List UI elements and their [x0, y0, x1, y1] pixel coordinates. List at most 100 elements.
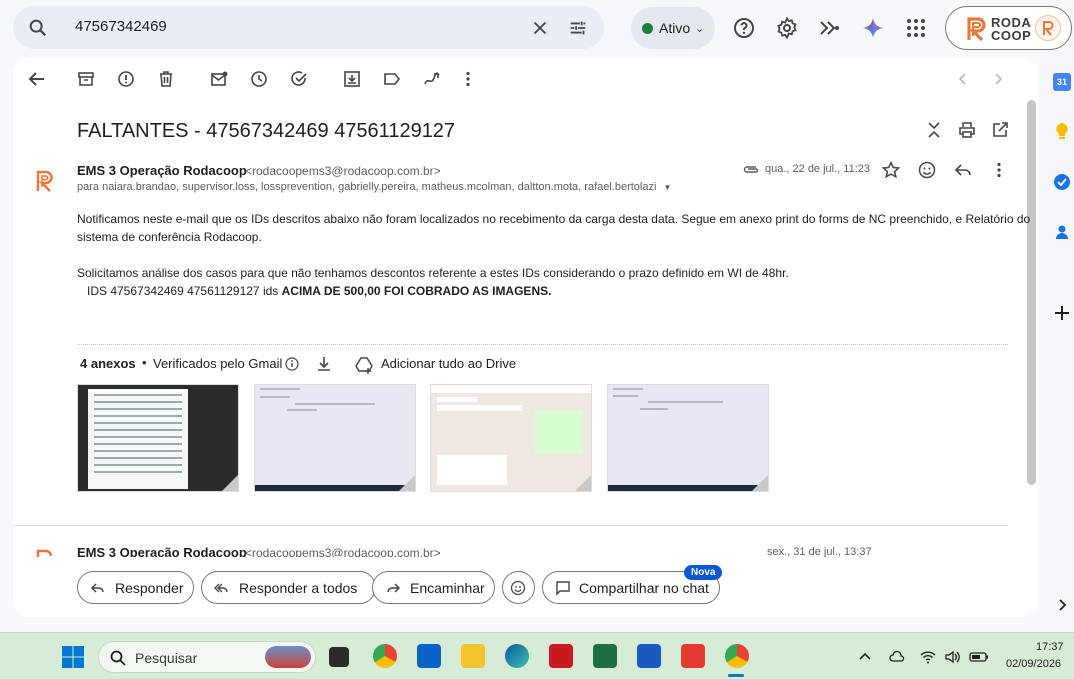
attachment-thumbnail-2[interactable]: [254, 384, 416, 492]
sender-email: <rodacoopems3@rodacoop.com.br>: [245, 164, 441, 178]
attachment-thumbnail-4[interactable]: [607, 384, 769, 492]
mark-unread-icon[interactable]: [209, 69, 229, 89]
sender-name[interactable]: EMS 3 Operação Rodacoop: [77, 163, 247, 178]
help-icon[interactable]: [732, 16, 756, 40]
body-p1-line2: sistema de conferência Rodacoop.: [77, 230, 262, 244]
preview-line: [260, 388, 300, 390]
chevron-up-icon[interactable]: [857, 649, 873, 665]
attachment-corner-fold: [752, 475, 768, 491]
more-vertical-icon[interactable]: [458, 69, 478, 89]
apps-grid-icon[interactable]: [904, 16, 928, 40]
emoji-icon: [510, 580, 526, 596]
download-all-icon[interactable]: [315, 355, 333, 373]
clock-date[interactable]: 02/09/2026: [1006, 658, 1061, 670]
older-chevron-right-icon[interactable]: [988, 69, 1008, 89]
windows-start-icon[interactable]: [61, 645, 85, 669]
delete-trash-icon[interactable]: [156, 69, 176, 89]
preview-line: [640, 408, 668, 410]
battery-icon[interactable]: [969, 649, 989, 665]
reply-button[interactable]: Responder: [77, 571, 194, 604]
taskbar-search[interactable]: Pesquisar: [98, 641, 316, 673]
drive-add-icon[interactable]: [354, 355, 374, 375]
attachment-corner-fold: [575, 475, 591, 491]
attachment-doc-preview: [88, 389, 188, 489]
print-icon[interactable]: [957, 120, 977, 140]
preview-line: [613, 388, 643, 390]
attachment-thumbnail-3[interactable]: [430, 384, 592, 492]
search-input[interactable]: 47567342469: [75, 18, 167, 35]
filter-messages-icon[interactable]: [422, 69, 442, 89]
edge-icon[interactable]: [505, 644, 529, 668]
back-arrow-icon[interactable]: [27, 69, 47, 89]
account-brand-pill[interactable]: RODA COOP: [945, 6, 1072, 50]
report-spam-icon[interactable]: [116, 69, 136, 89]
gemini-sparkle-icon[interactable]: [861, 16, 885, 40]
reply-all-icon: [214, 583, 228, 593]
active-app-indicator: [728, 674, 744, 677]
preview-bubble: [437, 397, 477, 402]
settings-gear-icon[interactable]: [775, 16, 799, 40]
reply-all-button[interactable]: Responder a todos: [201, 571, 376, 604]
emoji-button[interactable]: [502, 571, 535, 604]
avatar[interactable]: [1035, 15, 1061, 41]
brand-line2: COOP: [991, 28, 1032, 43]
scrollbar[interactable]: [1027, 100, 1036, 485]
cloud-sync-icon[interactable]: [889, 649, 905, 665]
chat-icon: [556, 581, 570, 596]
anydesk-icon[interactable]: [681, 644, 705, 668]
chrome-icon[interactable]: [373, 644, 397, 668]
add-to-drive-link[interactable]: Adicionar tudo ao Drive: [381, 356, 516, 371]
body-paragraph-2: Solicitamos análise dos casos para que n…: [77, 266, 789, 280]
volume-icon[interactable]: [944, 649, 960, 665]
close-icon[interactable]: [529, 17, 551, 39]
reply-icon[interactable]: [953, 160, 973, 180]
chrome-profile-icon[interactable]: [725, 644, 749, 668]
open-new-window-icon[interactable]: [990, 120, 1010, 140]
word-icon[interactable]: [637, 644, 661, 668]
attachment-thumbnail-1[interactable]: [77, 384, 239, 492]
body-paragraph-1: Notificamos neste e-mail que os IDs desc…: [77, 210, 1030, 246]
add-task-icon[interactable]: [289, 69, 309, 89]
archive-icon[interactable]: [76, 69, 96, 89]
attachment-corner-fold: [222, 475, 238, 491]
collapse-all-icon[interactable]: [924, 120, 944, 140]
newer-chevron-left-icon[interactable]: [953, 69, 973, 89]
windows-taskbar: Pesquisar 17:37 02/09/2026: [0, 632, 1074, 679]
calendar-icon[interactable]: 31: [1053, 73, 1071, 91]
wifi-icon[interactable]: [920, 649, 936, 665]
pdf-reader-icon[interactable]: [549, 644, 573, 668]
recipients-dropdown-icon[interactable]: ▼: [664, 183, 672, 192]
contacts-icon[interactable]: [1053, 223, 1071, 241]
info-icon[interactable]: [285, 357, 299, 371]
star-icon[interactable]: [881, 160, 901, 180]
tasks-icon[interactable]: [1053, 173, 1071, 191]
add-addon-icon[interactable]: [1053, 304, 1071, 322]
new-badge: Nova: [684, 565, 723, 580]
more-vertical-icon[interactable]: [989, 160, 1009, 180]
top-bar: 47567342469 Ativo ⌄ RODA COOP: [0, 0, 1074, 56]
clock-time[interactable]: 17:37: [1036, 641, 1064, 653]
emoji-reaction-icon[interactable]: [917, 160, 937, 180]
label-icon[interactable]: [382, 69, 402, 89]
search-bar[interactable]: 47567342469: [13, 6, 604, 49]
snooze-clock-icon[interactable]: [249, 69, 269, 89]
excel-icon[interactable]: [593, 644, 617, 668]
show-side-panel-chevron-icon[interactable]: [1055, 598, 1069, 612]
recipients-line[interactable]: para naiara.brandao, supervisor.loss, lo…: [77, 181, 671, 193]
taskbar-search-placeholder: Pesquisar: [135, 650, 198, 666]
body-paragraph-3: IDS 47567342469 47561129127 ids ACIMA DE…: [87, 282, 551, 300]
status-selector[interactable]: Ativo ⌄: [631, 7, 715, 49]
preview-line: [613, 395, 638, 397]
file-explorer-icon[interactable]: [461, 644, 485, 668]
move-to-icon[interactable]: [342, 69, 362, 89]
preview-bubble: [437, 455, 507, 485]
keep-icon[interactable]: [1053, 122, 1071, 140]
avatar-logo-icon: [1043, 21, 1054, 36]
search-icon[interactable]: [27, 17, 49, 39]
shortcuts-icon[interactable]: [818, 16, 842, 40]
outlook-icon[interactable]: [417, 644, 441, 668]
task-view-icon[interactable]: [329, 647, 349, 667]
forward-button[interactable]: Encaminhar: [372, 571, 495, 604]
filter-options-icon[interactable]: [567, 17, 589, 39]
preview-header: [431, 385, 591, 393]
